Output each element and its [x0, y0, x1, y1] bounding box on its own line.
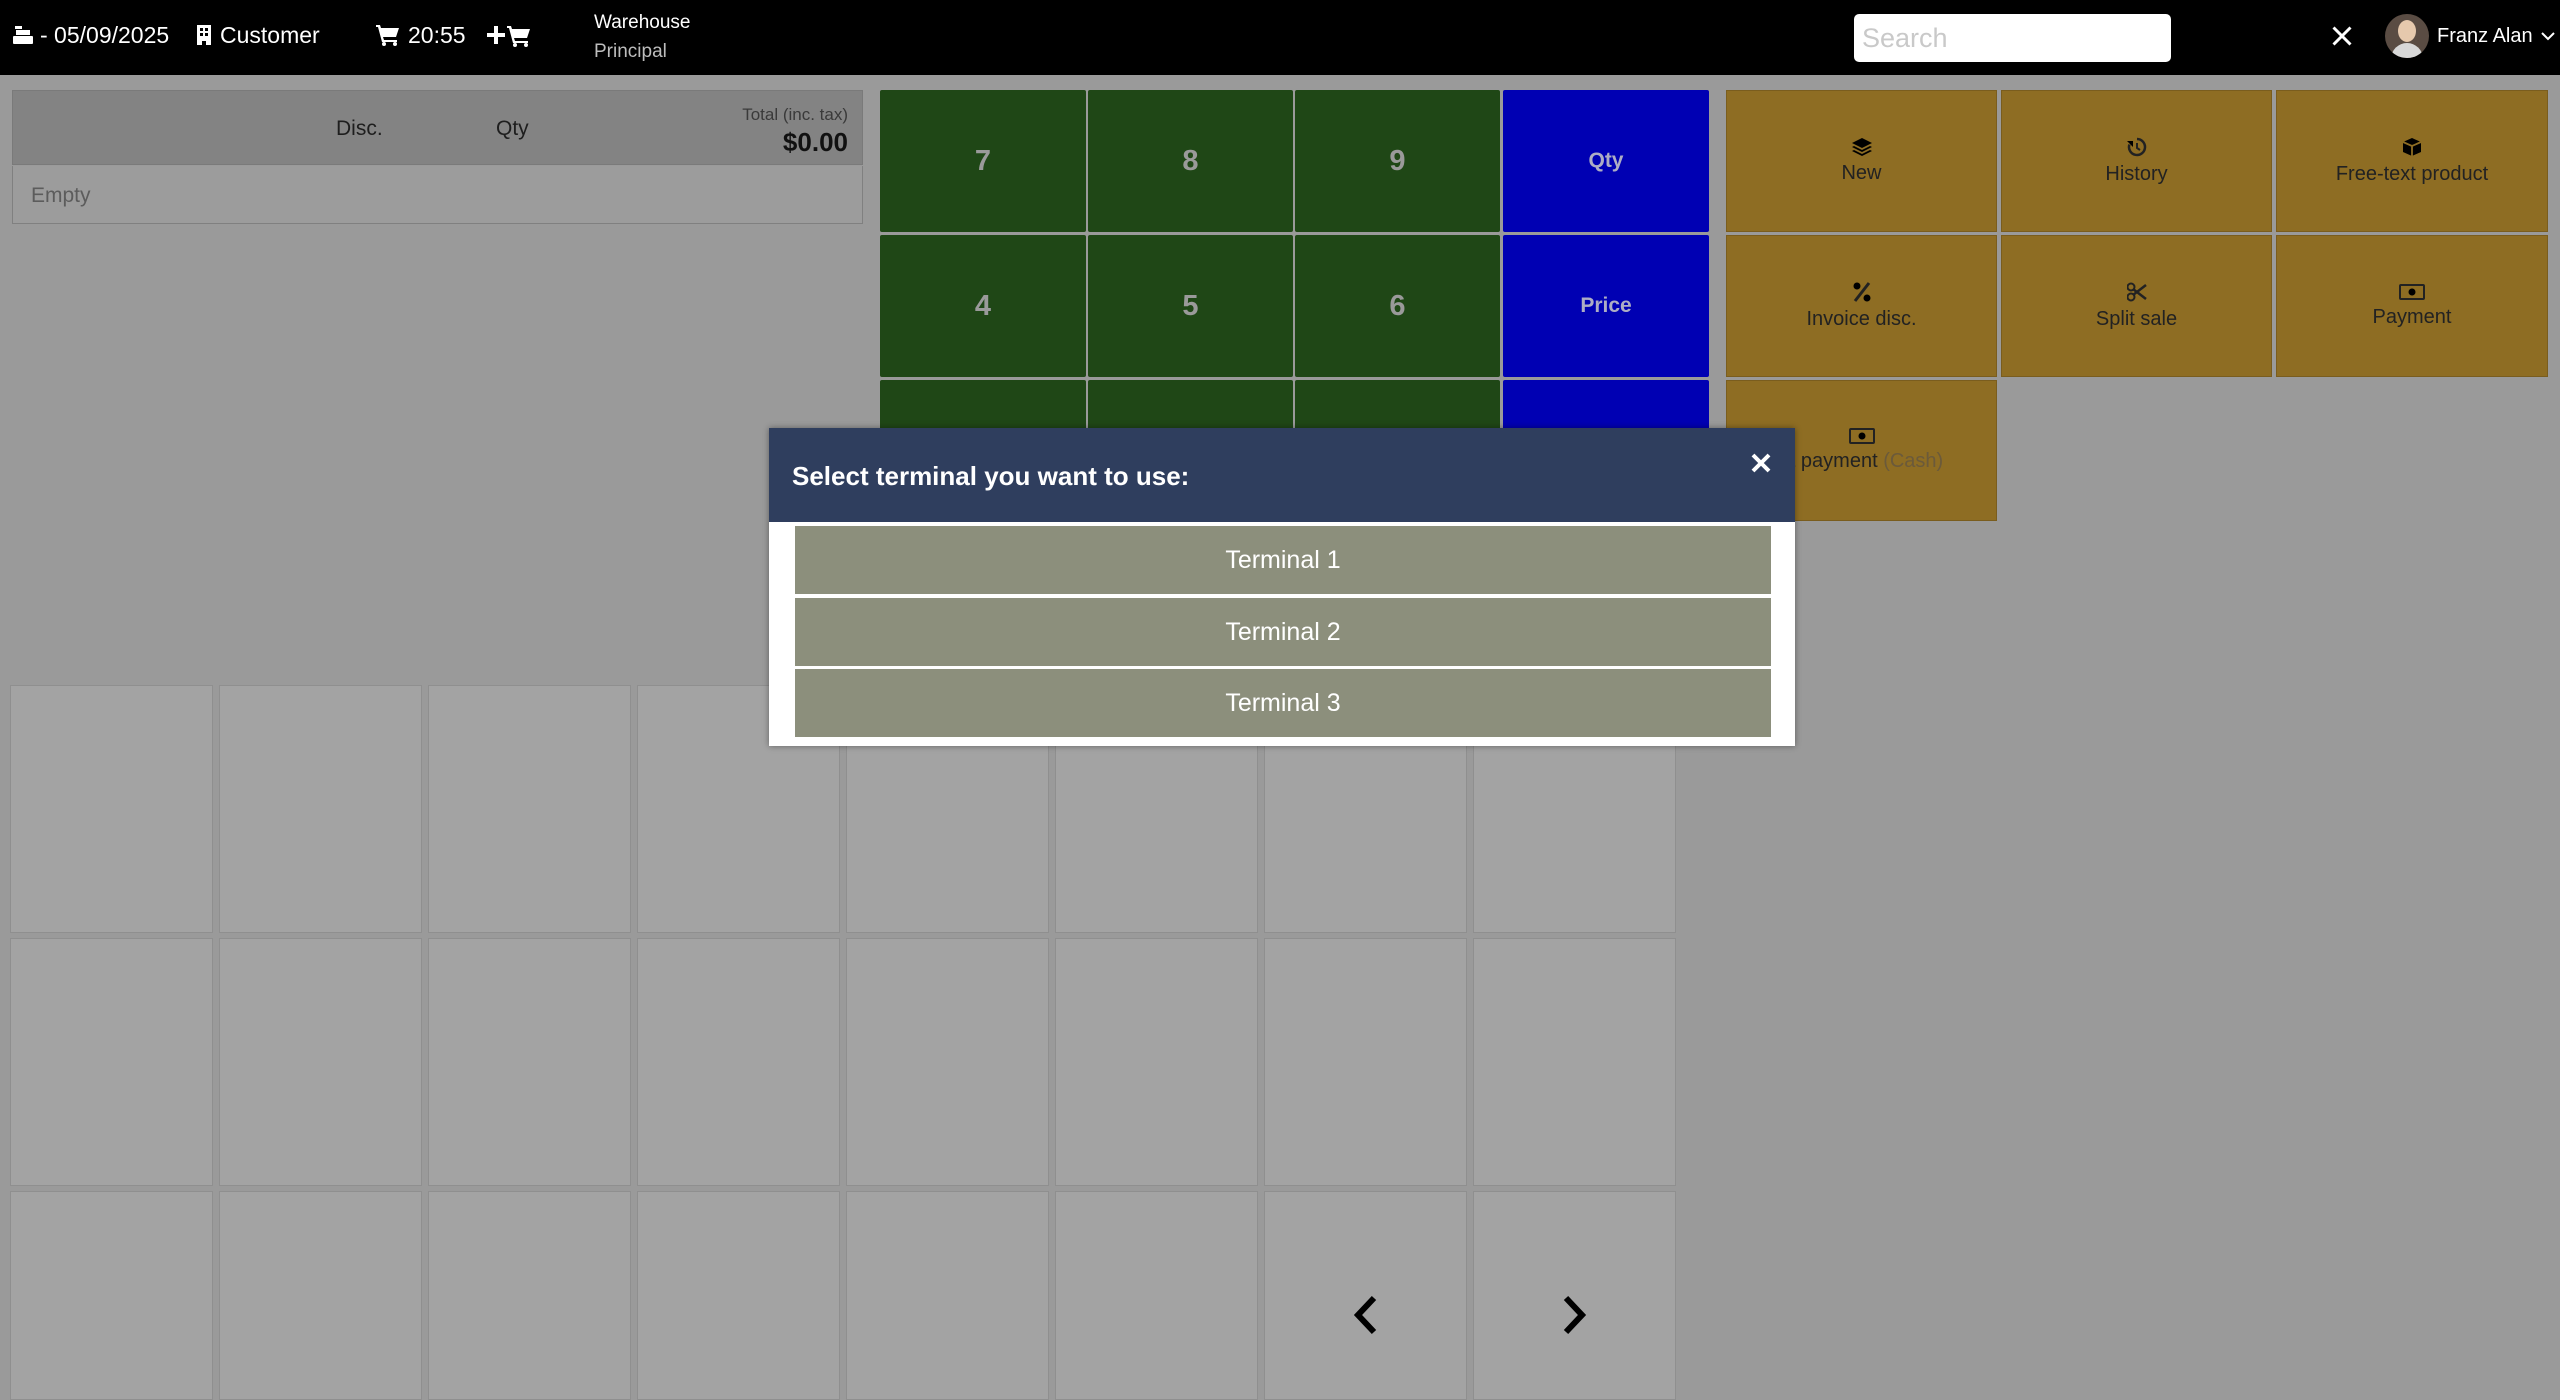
previous-page-button[interactable] [1344, 1290, 1388, 1340]
layers-icon [1851, 137, 1872, 156]
time-indicator[interactable]: 20:55 [376, 0, 466, 70]
dialog-title: Select terminal you want to use: [792, 461, 1190, 491]
ticket-empty-line: Empty [12, 166, 863, 224]
ticket-header: Disc. Qty Total (inc. tax) $0.00 [12, 90, 863, 165]
product-slot[interactable] [846, 1191, 1049, 1400]
keypad-5[interactable]: 5 [1088, 235, 1293, 377]
home-button[interactable] [2261, 16, 2297, 56]
product-slot[interactable] [1473, 938, 1676, 1186]
product-slot[interactable] [10, 685, 213, 933]
warehouse-indicator[interactable]: Warehouse Principal [594, 8, 690, 66]
cart-icon [376, 25, 399, 46]
warehouse-name: Principal [594, 41, 667, 62]
avatar [2385, 14, 2429, 58]
product-slot[interactable] [428, 1191, 631, 1400]
history-button[interactable]: History [2001, 90, 2272, 232]
money-bill-icon [1848, 428, 1875, 444]
date-indicator[interactable]: - 05/09/2025 [12, 0, 169, 70]
close-button[interactable] [1744, 446, 1778, 480]
fullscreen-button[interactable] [2327, 16, 2357, 56]
chevron-right-icon [1563, 1295, 1587, 1335]
product-slot[interactable] [846, 938, 1049, 1186]
keypad-8[interactable]: 8 [1088, 90, 1293, 232]
warehouse-label: Warehouse [594, 12, 691, 33]
customer-label: Customer [220, 21, 320, 48]
product-slot[interactable] [219, 685, 422, 933]
product-slot[interactable] [219, 1191, 422, 1400]
user-menu[interactable]: Franz Alan [2385, 12, 2555, 60]
user-name: Franz Alan [2437, 24, 2533, 47]
product-slot[interactable] [1264, 938, 1467, 1186]
select-terminal-dialog: Select terminal you want to use: Termina… [769, 428, 1795, 746]
new-sale-label: New [1841, 161, 1882, 184]
terminal-1-button[interactable]: Terminal 1 [795, 526, 1771, 594]
invoice-discount-label: Invoice disc. [1806, 307, 1917, 330]
history-icon [2126, 137, 2146, 156]
keypad-7[interactable]: 7 [880, 90, 1086, 232]
product-slot[interactable] [428, 685, 631, 933]
new-cart-button[interactable] [487, 0, 533, 70]
close-icon [1751, 453, 1771, 473]
building-icon [197, 25, 211, 45]
product-slot[interactable] [1055, 1191, 1258, 1400]
split-sale-label: Split sale [2095, 307, 2178, 330]
direct-payment-label: ct payment (Cash) [1780, 450, 1943, 473]
expand-icon [2328, 22, 2356, 50]
date-text: - 05/09/2025 [40, 21, 170, 48]
chevron-down-icon [2540, 31, 2555, 40]
terminal-2-button[interactable]: Terminal 2 [795, 598, 1771, 666]
add-cart-icon [487, 26, 530, 47]
total-value: $0.00 [782, 127, 848, 157]
terminal-3-button[interactable]: Terminal 3 [795, 669, 1771, 737]
search-input[interactable] [1854, 14, 2171, 62]
next-page-button[interactable] [1552, 1290, 1596, 1340]
keypad-4[interactable]: 4 [880, 235, 1086, 377]
keypad-qty[interactable]: Qty [1503, 90, 1709, 232]
percent-icon [1853, 281, 1870, 302]
chevron-left-icon [1353, 1295, 1377, 1335]
product-slot[interactable] [10, 938, 213, 1186]
payment-label: Payment [2372, 305, 2452, 328]
scissors-icon [2126, 282, 2147, 301]
column-discount: Disc. [336, 117, 383, 140]
payment-button[interactable]: Payment [2276, 235, 2548, 377]
backspace-icon [2191, 25, 2228, 47]
direct-payment-method: (Cash) [1883, 450, 1944, 472]
keypad-9[interactable]: 9 [1295, 90, 1500, 232]
free-text-product-label: Free-text product [2335, 162, 2489, 185]
product-slot[interactable] [428, 938, 631, 1186]
invoice-discount-button[interactable]: Invoice disc. [1726, 235, 1997, 377]
product-slot[interactable] [219, 938, 422, 1186]
total-label: Total (inc. tax) [742, 105, 848, 124]
keypad-price[interactable]: Price [1503, 235, 1709, 377]
column-quantity: Qty [496, 117, 529, 140]
product-slot[interactable] [10, 1191, 213, 1400]
split-sale-button[interactable]: Split sale [2001, 235, 2272, 377]
keypad-6[interactable]: 6 [1295, 235, 1500, 377]
history-label: History [2105, 162, 2168, 185]
cash-register-icon [13, 26, 33, 44]
dialog-header: Select terminal you want to use: [769, 428, 1795, 522]
home-icon [2263, 23, 2295, 49]
free-text-product-button[interactable]: Free-text product [2276, 90, 2548, 232]
time-text: 20:55 [408, 21, 466, 48]
clear-search-button[interactable] [2189, 16, 2231, 56]
customer-selector[interactable]: Customer [196, 0, 320, 70]
new-sale-button[interactable]: New [1726, 90, 1997, 232]
product-slot[interactable] [637, 938, 840, 1186]
product-slot[interactable] [637, 1191, 840, 1400]
product-slot[interactable] [1055, 938, 1258, 1186]
box-icon [2402, 137, 2422, 156]
money-bill-icon [2399, 283, 2425, 300]
top-bar: - 05/09/2025 Customer 20:55 Warehouse Pr… [0, 0, 2560, 75]
